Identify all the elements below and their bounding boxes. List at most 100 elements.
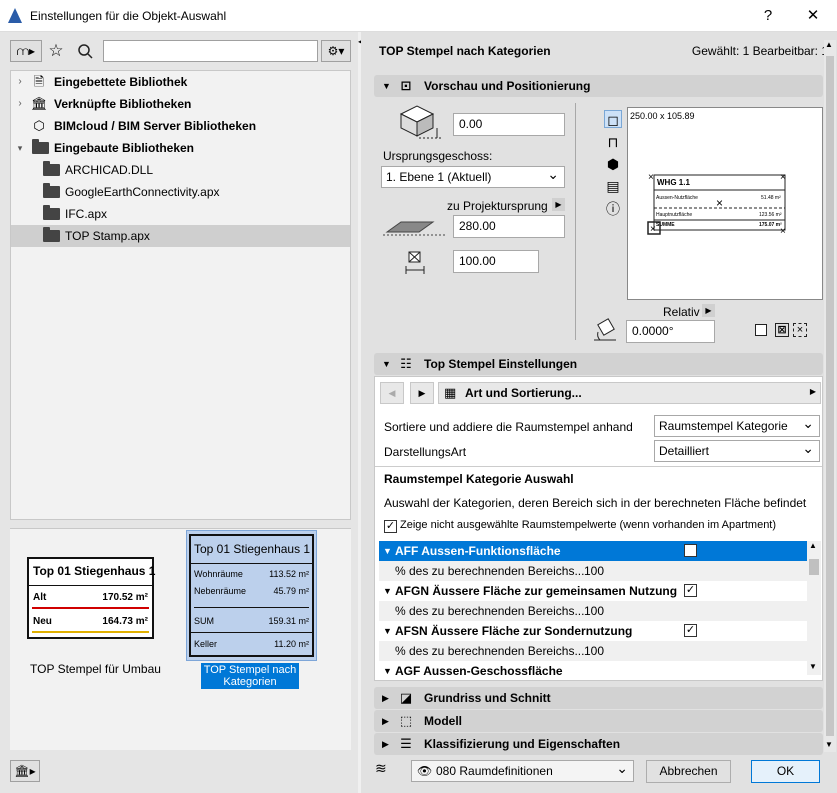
object-title: TOP Stempel nach Kategorien [379, 44, 551, 58]
scroll-thumb[interactable] [809, 559, 819, 575]
library-view-button[interactable]: ⩋▸ [10, 40, 42, 62]
anchor-center-icon[interactable]: ⊠ [775, 323, 789, 337]
view-filmstrip-icon[interactable]: ▤ [604, 177, 622, 195]
scroll-down-icon[interactable]: ▼ [809, 662, 817, 671]
show-unselected-checkbox[interactable]: ✓ [384, 520, 397, 533]
ursprung-select[interactable]: 1. Ebene 1 (Aktuell) [381, 164, 565, 188]
preview-selection-frame[interactable]: Top 01 Stiegenhaus 1 Wohnräume 113.52 m²… [186, 530, 317, 661]
card-row-label: Wohnräume [194, 569, 243, 579]
section-collapsed-icon: ▶ [382, 716, 389, 726]
collapse-arrow-icon[interactable]: ▼ [383, 621, 392, 641]
tree-item-archicad-dll[interactable]: ARCHICAD.DLL [11, 159, 350, 181]
settings-gear-button[interactable]: ⚙▾ [321, 40, 351, 62]
angle-field[interactable]: 0.0000° [626, 320, 715, 343]
category-row[interactable]: ▼ AFGN Äussere Fläche zur gemeinsamen Nu… [379, 581, 811, 601]
elevation-icon [395, 102, 445, 142]
view-section-icon[interactable]: ⊓ [604, 133, 622, 151]
alt-line [32, 607, 149, 609]
rotation-angle-icon [590, 318, 620, 344]
section-label: Grundriss und Schnitt [424, 691, 551, 705]
expand-arrow-icon[interactable]: › [15, 93, 25, 115]
close-button[interactable]: ✕ [802, 6, 824, 26]
section-einstellungen[interactable]: ▼ ☷ Top Stempel Einstellungen [374, 353, 823, 375]
view-2d-icon[interactable]: ◻ [604, 110, 622, 128]
info-icon[interactable]: ⓘ [604, 200, 622, 218]
card-row-value: 170.52 m² [102, 592, 148, 603]
section-vorschau[interactable]: ▼ ⊡ Vorschau und Positionierung [374, 75, 823, 97]
search-input[interactable] [103, 40, 318, 62]
search-icon[interactable] [74, 40, 96, 62]
tree-item-label: Eingebettete Bibliothek [54, 75, 188, 89]
category-checkbox[interactable]: ✓ [684, 544, 697, 557]
pct-value[interactable]: 100 [584, 601, 604, 621]
scroll-up-icon[interactable]: ▲ [825, 40, 833, 49]
category-checkbox[interactable]: ✓ [684, 584, 697, 597]
expand-arrow-icon[interactable]: › [15, 71, 25, 93]
display-select[interactable]: Detailliert [654, 438, 820, 462]
category-checkbox[interactable]: ✓ [684, 624, 697, 637]
view-3d-icon[interactable]: ⬢ [604, 155, 622, 173]
svg-text:×: × [648, 172, 654, 183]
tree-item-label: IFC.apx [65, 207, 108, 221]
card-row-value: 45.79 m² [273, 586, 309, 596]
collapse-arrow-icon[interactable]: ▾ [15, 137, 25, 159]
category-scrollbar[interactable]: ▲ ▼ [807, 541, 821, 675]
anchor-corners-icon[interactable]: × [793, 323, 807, 337]
folder-icon [43, 161, 60, 176]
section-grundriss[interactable]: ▶ ◪ Grundriss und Schnitt [374, 687, 823, 709]
height-icon [404, 250, 426, 276]
relativ-popup-arrow-icon[interactable]: ▶ [702, 304, 715, 317]
library-manager-button[interactable]: 🏛▸ [10, 760, 40, 782]
page-selector-arrow-icon: ▶ [809, 387, 816, 396]
section-modell[interactable]: ▶ ⬚ Modell [374, 710, 823, 732]
prev-page-button[interactable]: ◀ [380, 382, 404, 404]
collapse-arrow-icon[interactable]: ▼ [383, 581, 392, 601]
layer-select[interactable]: 👁 080 Raumdefinitionen [411, 758, 634, 782]
projekt-field[interactable]: 280.00 [453, 215, 565, 238]
category-pct-row: % des zu berechnenden Bereichs... 100 [379, 641, 811, 661]
panel-scrollbar[interactable]: ▲ ▼ [824, 40, 836, 752]
linked-library-icon: 🏛 [31, 96, 48, 111]
tree-item-builtin[interactable]: ▾ Eingebaute Bibliotheken [11, 137, 350, 159]
category-row[interactable]: ▼ AGF Aussen-Geschossfläche [379, 661, 811, 675]
category-row-selected[interactable]: ▼ AFF Aussen-Funktionsfläche ✓ [379, 541, 811, 561]
page-selector[interactable]: ▦ Art und Sortierung... ▶ [438, 382, 821, 404]
ok-button[interactable]: OK [751, 760, 820, 783]
tree-item-top-stamp[interactable]: TOP Stamp.apx [11, 225, 350, 247]
scroll-down-icon[interactable]: ▼ [825, 740, 833, 749]
category-label: AGF Aussen-Geschossfläche [395, 664, 563, 675]
card-title: Top 01 Stiegenhaus 1 [33, 564, 156, 578]
help-button[interactable]: ? [757, 6, 779, 26]
visibility-eye-icon: 👁 [417, 764, 433, 778]
collapse-arrow-icon[interactable]: ▼ [383, 661, 392, 675]
anchor-none-icon[interactable] [755, 324, 767, 336]
category-label: AFSN Äussere Fläche zur Sondernutzung [395, 624, 633, 638]
projekt-popup-arrow-icon[interactable]: ▶ [552, 198, 565, 211]
pct-value[interactable]: 100 [584, 641, 604, 661]
pct-value[interactable]: 100 [584, 561, 604, 581]
collapse-arrow-icon[interactable]: ▼ [383, 541, 392, 561]
preview-canvas[interactable]: 250.00 x 105.89 × × × × × WHG 1.1 Aussen… [627, 107, 823, 300]
pct-label: % des zu berechnenden Bereichs... [395, 564, 585, 578]
tree-item-bimcloud[interactable]: ⬡ BIMcloud / BIM Server Bibliotheken [11, 115, 350, 137]
next-page-button[interactable]: ▶ [410, 382, 434, 404]
tree-item-label: Eingebaute Bibliotheken [54, 141, 195, 155]
scroll-up-icon[interactable]: ▲ [809, 541, 817, 550]
stamp-preview-drawing: × × × × × [647, 172, 786, 237]
display-label: DarstellungsArt [384, 445, 467, 459]
tree-item-embedded[interactable]: › 🗎 Eingebettete Bibliothek [11, 71, 350, 93]
elevation-field[interactable]: 0.00 [453, 113, 565, 136]
tree-item-googleearth[interactable]: GoogleEarthConnectivity.apx [11, 181, 350, 203]
favorites-star-icon[interactable]: ☆ [45, 40, 67, 62]
tree-item-linked[interactable]: › 🏛 Verknüpfte Bibliotheken [11, 93, 350, 115]
preview-card-umbau[interactable]: Top 01 Stiegenhaus 1 Alt 170.52 m² Neu 1… [27, 557, 156, 639]
cancel-button[interactable]: Abbrechen [646, 760, 731, 783]
section-label: Klassifizierung und Eigenschaften [424, 737, 621, 751]
scroll-thumb[interactable] [826, 56, 834, 736]
preview-card-kategorien[interactable]: Top 01 Stiegenhaus 1 Wohnräume 113.52 m²… [189, 534, 314, 657]
tree-item-ifc[interactable]: IFC.apx [11, 203, 350, 225]
section-klassifizierung[interactable]: ▶ ☰ Klassifizierung und Eigenschaften [374, 733, 823, 755]
sort-select[interactable]: Raumstempel Kategorie [654, 413, 820, 437]
category-row[interactable]: ▼ AFSN Äussere Fläche zur Sondernutzung … [379, 621, 811, 641]
height-field[interactable]: 100.00 [453, 250, 539, 273]
